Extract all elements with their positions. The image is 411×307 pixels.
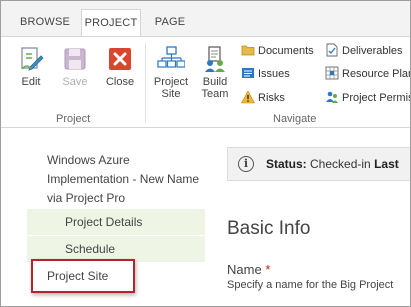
- close-button[interactable]: Close: [101, 45, 139, 88]
- window-frame: BROWSE PROJECT PAGE Edit Save Close Proj…: [0, 0, 411, 307]
- tab-project[interactable]: PROJECT: [81, 9, 141, 38]
- project-group-label: Project: [56, 113, 91, 125]
- project-permissions-button-label: Project Permis: [342, 92, 411, 104]
- documents-icon: [241, 45, 255, 56]
- name-label-text: Name: [227, 262, 262, 277]
- save-button[interactable]: Save: [57, 45, 93, 88]
- documents-button[interactable]: Documents: [241, 43, 314, 59]
- issues-icon: [242, 68, 254, 78]
- close-icon: [109, 48, 131, 70]
- deliverables-button[interactable]: Deliverables: [325, 43, 403, 59]
- build-team-button-label-1: Build: [202, 76, 228, 88]
- ribbon-tab-bar: BROWSE PROJECT PAGE: [1, 1, 410, 38]
- build-team-button-label-2: Team: [201, 88, 229, 100]
- required-marker: *: [265, 262, 271, 277]
- edit-button-label: Edit: [21, 76, 41, 88]
- close-button-label: Close: [105, 76, 135, 88]
- issues-button[interactable]: Issues: [241, 66, 290, 82]
- navigate-group-label: Navigate: [273, 113, 317, 125]
- resource-plan-button-label: Resource Plan: [342, 68, 411, 80]
- edit-icon: [21, 47, 44, 71]
- section-title: Basic Info: [227, 218, 311, 239]
- documents-button-label: Documents: [258, 45, 314, 57]
- issues-button-label: Issues: [258, 68, 290, 80]
- risks-icon: [241, 90, 255, 104]
- ribbon: Edit Save Close Project Project Site Bui…: [1, 36, 410, 128]
- save-button-label: Save: [62, 76, 88, 88]
- risks-button-label: Risks: [258, 92, 285, 104]
- save-icon: [64, 48, 86, 70]
- tab-browse[interactable]: BROWSE: [13, 9, 77, 37]
- nav-item-project-details[interactable]: Project Details: [27, 209, 205, 235]
- resource-plan-button[interactable]: Resource Plan: [325, 66, 411, 82]
- status-trailing: Last: [374, 157, 399, 171]
- project-site-button-label-1: Project: [153, 76, 189, 88]
- info-icon: i: [238, 156, 254, 172]
- nav-item-project-site[interactable]: Project Site: [31, 259, 135, 293]
- deliverables-button-label: Deliverables: [342, 45, 403, 57]
- ribbon-divider: [145, 43, 146, 123]
- deliverables-icon: [326, 43, 338, 57]
- project-site-button[interactable]: Project Site: [151, 45, 191, 100]
- project-site-icon: [157, 46, 185, 68]
- project-permissions-icon: [326, 91, 338, 103]
- status-label: Status:: [266, 157, 307, 171]
- resource-plan-icon: [325, 66, 339, 80]
- name-field-label: Name *: [227, 262, 270, 277]
- status-bar: i Status: Checked-in Last: [227, 147, 410, 181]
- project-permissions-button[interactable]: Project Permis: [325, 90, 411, 106]
- project-title-link[interactable]: Windows Azure Implementation - New Name …: [47, 151, 207, 208]
- status-text: Status: Checked-in Last: [266, 148, 399, 180]
- name-field-hint: Specify a name for the Big Project: [227, 279, 394, 291]
- tab-page[interactable]: PAGE: [147, 9, 193, 37]
- build-team-button[interactable]: Build Team: [195, 45, 235, 100]
- risks-button[interactable]: Risks: [241, 90, 285, 106]
- project-site-button-label-2: Site: [161, 88, 181, 100]
- edit-button[interactable]: Edit: [13, 45, 49, 88]
- status-value: Checked-in: [310, 157, 371, 171]
- build-team-icon: [205, 46, 225, 72]
